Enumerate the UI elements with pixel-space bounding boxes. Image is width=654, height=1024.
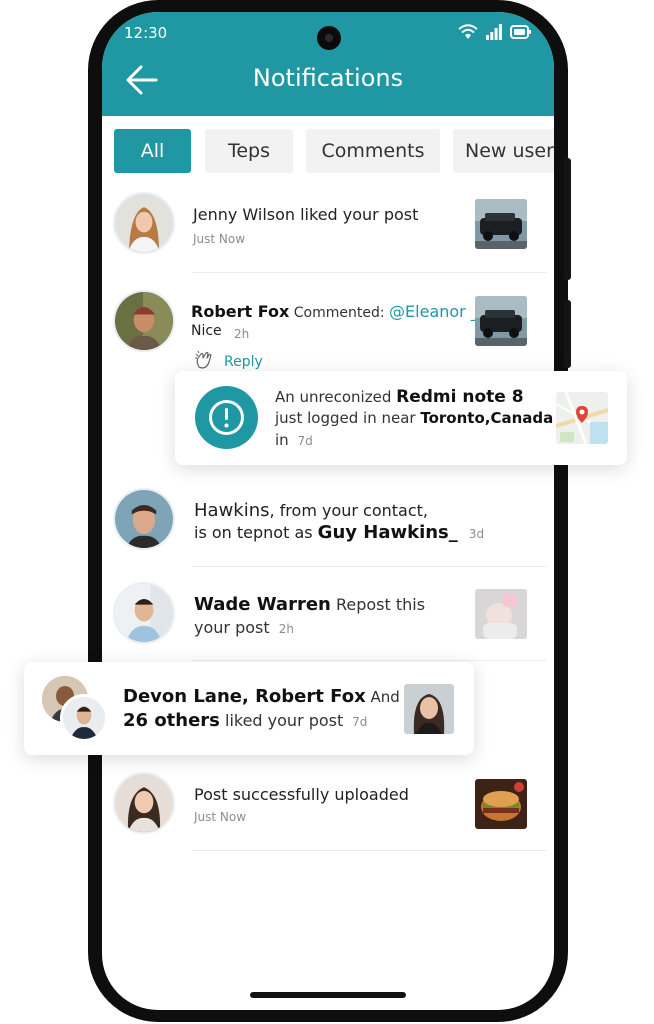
comment-headline: Robert Fox Commented: @Eleanor _1 bbox=[191, 302, 489, 321]
map-thumbnail[interactable] bbox=[556, 392, 608, 444]
volume-button bbox=[564, 158, 571, 280]
post-thumbnail[interactable] bbox=[475, 296, 527, 346]
notification-item[interactable]: Jenny Wilson liked your post Just Now bbox=[102, 192, 554, 276]
avatar bbox=[113, 582, 175, 644]
alert-text: in bbox=[275, 431, 289, 449]
post-thumbnail[interactable] bbox=[475, 589, 527, 639]
notification-time: 2h bbox=[278, 622, 294, 636]
page-title: Notifications bbox=[252, 64, 404, 92]
battery-icon bbox=[510, 25, 532, 39]
divider bbox=[192, 660, 547, 661]
divider bbox=[192, 566, 547, 567]
notification-item[interactable]: Hawkins, from your contact, is on tepnot… bbox=[102, 488, 554, 578]
avatar bbox=[113, 772, 175, 834]
user-name[interactable]: Hawkins bbox=[194, 500, 270, 521]
signal-icon bbox=[486, 24, 502, 40]
alert-line-2: just logged in near Toronto,Canada bbox=[275, 409, 553, 427]
alert-line-3: in 7d bbox=[275, 431, 313, 449]
notification-text: is on tepnot as bbox=[194, 523, 318, 542]
notification-text: , from your contact, bbox=[269, 501, 429, 520]
avatar bbox=[60, 694, 108, 742]
notification-line-2: your post 2h bbox=[194, 618, 294, 637]
notification-text: liked your post bbox=[219, 711, 344, 730]
notification-text: And bbox=[365, 688, 400, 706]
username-handle[interactable]: Guy Hawkins_ bbox=[318, 522, 458, 543]
security-alert-card[interactable]: An unreconized Redmi note 8 just logged … bbox=[175, 371, 627, 465]
divider bbox=[192, 272, 547, 273]
filter-tabs: All Teps Comments New users bbox=[114, 129, 554, 173]
avatar bbox=[113, 192, 175, 254]
reply-label: Reply bbox=[224, 354, 263, 370]
notification-line-2: 26 others liked your post 7d bbox=[123, 710, 367, 731]
post-thumbnail[interactable] bbox=[404, 684, 454, 734]
status-icons bbox=[458, 24, 532, 40]
notification-time: 3d bbox=[468, 527, 485, 541]
notification-text: Jenny Wilson liked your post bbox=[193, 205, 419, 224]
alert-line-1: An unreconized Redmi note 8 bbox=[275, 387, 524, 407]
notification-time: 7d bbox=[352, 715, 368, 729]
tab-teps[interactable]: Teps bbox=[205, 129, 293, 173]
user-names[interactable]: Devon Lane, Robert Fox bbox=[123, 686, 366, 707]
notification-time: Just Now bbox=[194, 810, 247, 824]
user-name[interactable]: Robert Fox bbox=[191, 302, 289, 321]
group-like-card[interactable]: Devon Lane, Robert Fox And 26 others lik… bbox=[24, 662, 474, 755]
front-camera bbox=[317, 26, 341, 50]
avatar bbox=[113, 290, 175, 352]
avatar bbox=[113, 488, 175, 550]
home-indicator[interactable] bbox=[250, 992, 406, 998]
app-header: 12:30 Notifications bbox=[102, 12, 554, 116]
phone-screen: 12:30 Notifications All Teps Comments Ne… bbox=[102, 12, 554, 1010]
notification-text: Post successfully uploaded bbox=[194, 785, 409, 804]
tab-comments[interactable]: Comments bbox=[306, 129, 440, 173]
alert-text: An unreconized bbox=[275, 388, 397, 406]
alert-icon bbox=[209, 400, 244, 435]
notification-item[interactable]: Robert Fox Commented: @Eleanor _1 Nice 2… bbox=[102, 290, 554, 380]
tab-new-users[interactable]: New users bbox=[453, 129, 554, 173]
location-name: Toronto,Canada bbox=[420, 409, 554, 427]
notification-time: 7d bbox=[297, 434, 313, 448]
notification-text: Repost this bbox=[330, 595, 426, 614]
notification-time: Just Now bbox=[193, 232, 246, 246]
others-count[interactable]: 26 others bbox=[123, 710, 220, 731]
notification-line-1: Wade Warren Repost this bbox=[194, 594, 425, 615]
notification-item[interactable]: Post successfully uploaded Just Now bbox=[102, 772, 554, 854]
notification-line-1: Devon Lane, Robert Fox And bbox=[123, 686, 400, 707]
device-name: Redmi note 8 bbox=[396, 387, 524, 407]
notification-line-1: Hawkins, from your contact, bbox=[194, 500, 428, 521]
comment-action: Commented: bbox=[289, 305, 390, 321]
alert-badge bbox=[195, 386, 258, 449]
comment-text: Nice bbox=[191, 323, 222, 339]
post-thumbnail[interactable] bbox=[475, 199, 527, 249]
wifi-icon bbox=[458, 24, 478, 40]
post-thumbnail[interactable] bbox=[475, 779, 527, 829]
alert-text: just logged in near bbox=[275, 409, 421, 427]
divider bbox=[192, 850, 547, 851]
notification-time: 2h bbox=[234, 327, 250, 341]
notification-line-2: is on tepnot as Guy Hawkins_ 3d bbox=[194, 522, 484, 543]
status-time: 12:30 bbox=[124, 24, 168, 42]
tab-all[interactable]: All bbox=[114, 129, 191, 173]
user-name[interactable]: Wade Warren bbox=[194, 594, 331, 615]
notification-item[interactable]: Wade Warren Repost this your post 2h bbox=[102, 582, 554, 668]
notification-text: your post bbox=[194, 618, 270, 637]
power-button bbox=[564, 300, 571, 368]
